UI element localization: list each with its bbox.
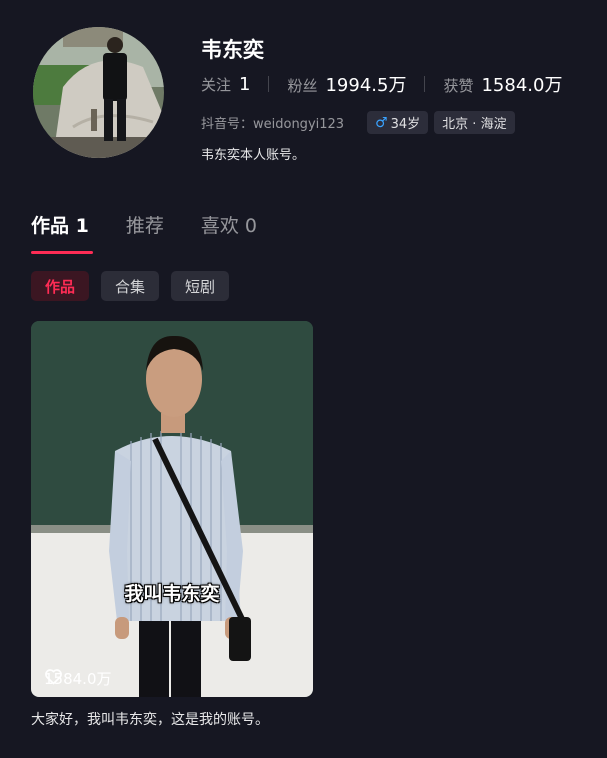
location-label: 北京 · 海淀 (442, 117, 507, 132)
profile-bio: 韦东奕本人账号。 (201, 148, 306, 163)
video-subtitle: 我叫韦东奕 (124, 583, 220, 605)
tab-works[interactable]: 作品 1 (31, 211, 89, 238)
age-label: 34岁 (390, 117, 421, 132)
account-id: 抖音号：weidongyi123 (201, 117, 345, 132)
heart-icon (45, 669, 62, 685)
followers-count: 1994.5万 (325, 75, 407, 96)
profile-name: 韦东奕 (201, 38, 264, 62)
profile-tabs: 作品 1 推荐 喜欢 0 (31, 209, 294, 239)
male-icon: ♂ (375, 114, 388, 131)
likes-count: 1584.0万 (481, 75, 563, 96)
gender-age-tag: ♂ 34岁 (367, 111, 429, 134)
likes-stat: 获赞 1584.0万 (443, 71, 562, 97)
video-caption[interactable]: 大家好，我叫韦东奕，这是我的账号。 (31, 709, 269, 729)
stat-divider (424, 76, 426, 92)
stat-divider (268, 76, 270, 92)
video-card[interactable]: 我叫韦东奕 1584.0万 (31, 321, 313, 697)
profile-meta: 抖音号：weidongyi123 ♂ 34岁 北京 · 海淀 (201, 111, 521, 134)
avatar-image (33, 27, 164, 158)
location-tag: 北京 · 海淀 (434, 111, 515, 134)
followers-label: 粉丝 (287, 77, 318, 95)
video-thumbnail (31, 321, 313, 697)
likes-label: 获赞 (443, 77, 474, 95)
followers-stat[interactable]: 粉丝 1994.5万 (287, 71, 406, 97)
subtab-collections[interactable]: 合集 (101, 271, 160, 301)
active-tab-indicator (31, 251, 93, 254)
following-label: 关注 (201, 75, 232, 94)
avatar[interactable] (33, 27, 164, 158)
works-subtabs: 作品 合集 短剧 (31, 271, 241, 301)
tab-likes[interactable]: 喜欢 0 (201, 211, 257, 238)
following-count: 1 (239, 73, 251, 95)
following-stat[interactable]: 关注 1 (201, 74, 250, 95)
subtab-works[interactable]: 作品 (31, 271, 90, 301)
profile-stats: 关注 1 粉丝 1994.5万 获赞 1584.0万 (201, 71, 562, 97)
subtab-short-dramas[interactable]: 短剧 (171, 271, 230, 301)
tab-recommend[interactable]: 推荐 (126, 211, 164, 238)
video-likes: 1584.0万 (44, 668, 112, 689)
